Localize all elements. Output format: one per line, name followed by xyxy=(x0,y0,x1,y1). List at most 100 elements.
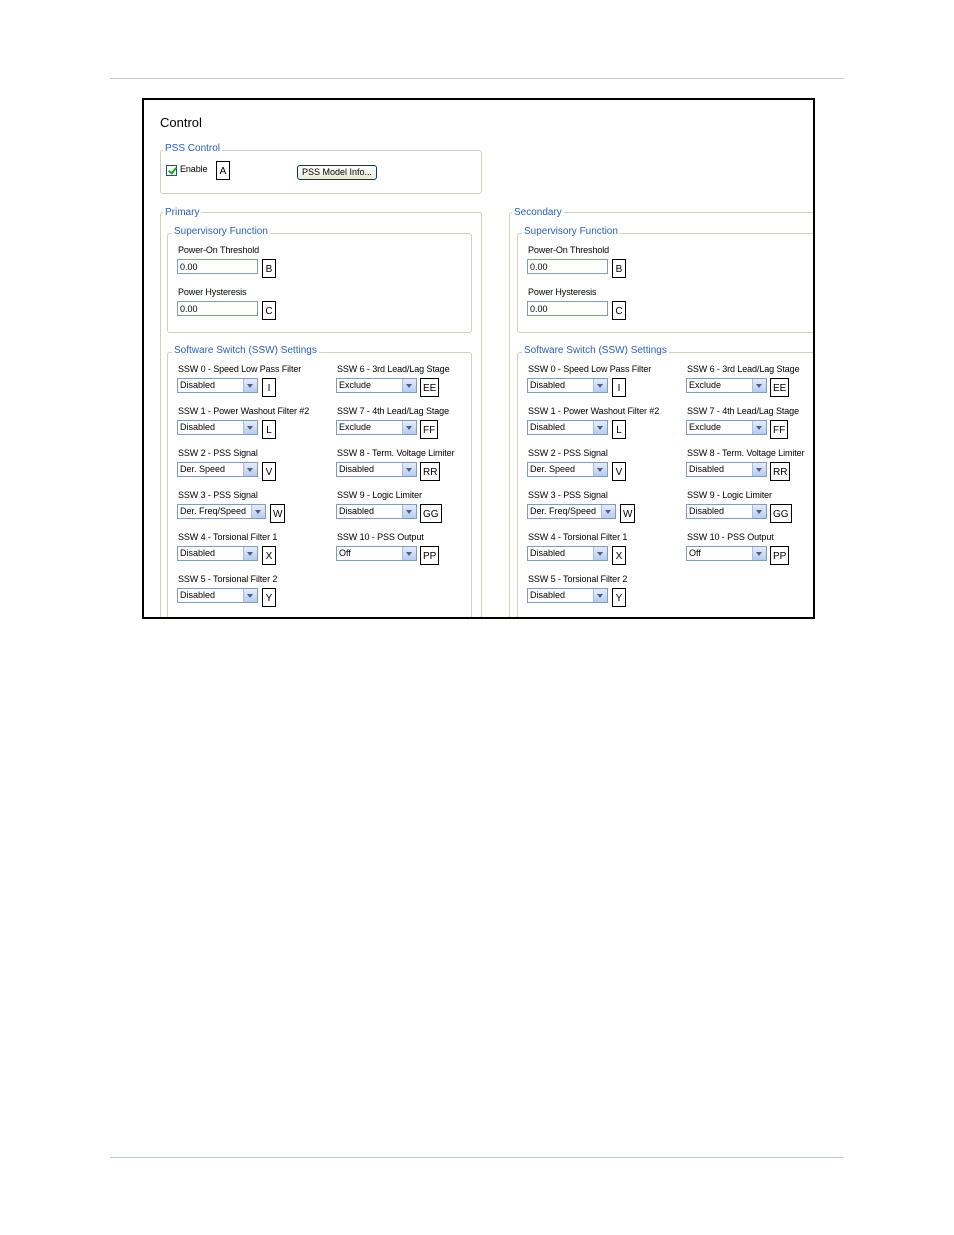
primary-callout-y: Y xyxy=(262,588,276,607)
chevron-down-icon[interactable] xyxy=(402,379,416,392)
secondary-ssw-legend: Software Switch (SSW) Settings xyxy=(522,345,669,356)
enable-checkbox[interactable] xyxy=(166,165,177,176)
window-title: Control xyxy=(160,115,202,130)
secondary-callout-gg: GG xyxy=(770,504,792,523)
primary-ssw4-select[interactable]: Disabled xyxy=(177,546,258,561)
secondary-callout-y: Y xyxy=(612,588,626,607)
secondary-ssw2-select[interactable]: Der. Speed xyxy=(527,462,608,477)
primary-ssw4-value: Disabled xyxy=(180,548,216,558)
secondary-power-on-field[interactable]: 0.00 xyxy=(527,259,608,274)
primary-ssw10-select[interactable]: Off xyxy=(336,546,417,561)
secondary-ssw3-label: SSW 3 - PSS Signal xyxy=(528,490,608,500)
secondary-ssw4-select[interactable]: Disabled xyxy=(527,546,608,561)
primary-ssw3-value: Der. Freq/Speed xyxy=(180,506,247,516)
secondary-ssw10-value: Off xyxy=(689,548,701,558)
secondary-ssw5-value: Disabled xyxy=(530,590,566,600)
footer-rule xyxy=(110,1157,844,1158)
primary-callout-i: I xyxy=(262,378,276,397)
primary-power-on-field[interactable]: 0.00 xyxy=(177,259,258,274)
secondary-callout-ff: FF xyxy=(770,420,789,439)
secondary-ssw0-select[interactable]: Disabled xyxy=(527,378,608,393)
secondary-ssw3-select[interactable]: Der. Freq/Speed xyxy=(527,504,616,519)
primary-callout-gg: GG xyxy=(420,504,442,523)
primary-callout-ee: EE xyxy=(420,378,440,397)
chevron-down-icon[interactable] xyxy=(593,589,607,602)
primary-ssw6-select[interactable]: Exclude xyxy=(336,378,417,393)
primary-ssw2-select[interactable]: Der. Speed xyxy=(177,462,258,477)
secondary-callout-b: B xyxy=(612,259,626,278)
chevron-down-icon[interactable] xyxy=(752,547,766,560)
chevron-down-icon[interactable] xyxy=(243,589,257,602)
chevron-down-icon[interactable] xyxy=(593,379,607,392)
primary-ssw5-label: SSW 5 - Torsional Filter 2 xyxy=(178,574,278,584)
secondary-callout-pp: PP xyxy=(770,546,790,565)
secondary-ssw7-select[interactable]: Exclude xyxy=(686,420,767,435)
chevron-down-icon[interactable] xyxy=(243,463,257,476)
chevron-down-icon[interactable] xyxy=(402,421,416,434)
primary-ssw8-value: Disabled xyxy=(339,464,375,474)
secondary-ssw5-select[interactable]: Disabled xyxy=(527,588,608,603)
chevron-down-icon[interactable] xyxy=(752,421,766,434)
secondary-ssw10-label: SSW 10 - PSS Output xyxy=(687,532,774,542)
primary-ssw8-label: SSW 8 - Term. Voltage Limiter xyxy=(337,448,455,458)
secondary-callout-rr: RR xyxy=(770,462,791,481)
primary-supervisory-legend: Supervisory Function xyxy=(172,226,270,237)
primary-hysteresis-field[interactable]: 0.00 xyxy=(177,301,258,316)
pss-control-legend: PSS Control xyxy=(163,143,223,154)
control-window: Control PSS Control Enable A PSS Model I… xyxy=(142,98,815,619)
secondary-ssw1-select[interactable]: Disabled xyxy=(527,420,608,435)
chevron-down-icon[interactable] xyxy=(601,505,615,518)
chevron-down-icon[interactable] xyxy=(593,421,607,434)
secondary-ssw9-select[interactable]: Disabled xyxy=(686,504,767,519)
pss-model-info-button[interactable]: PSS Model Info... xyxy=(297,165,377,180)
chevron-down-icon[interactable] xyxy=(752,379,766,392)
secondary-ssw9-label: SSW 9 - Logic Limiter xyxy=(687,490,772,500)
chevron-down-icon[interactable] xyxy=(752,505,766,518)
secondary-ssw5-label: SSW 5 - Torsional Filter 2 xyxy=(528,574,628,584)
primary-callout-ff: FF xyxy=(420,420,439,439)
secondary-ssw1-label: SSW 1 - Power Washout Filter #2 xyxy=(528,406,660,416)
primary-callout-rr: RR xyxy=(420,462,441,481)
chevron-down-icon[interactable] xyxy=(402,505,416,518)
chevron-down-icon[interactable] xyxy=(593,547,607,560)
secondary-ssw8-select[interactable]: Disabled xyxy=(686,462,767,477)
primary-ssw9-value: Disabled xyxy=(339,506,375,516)
primary-ssw-legend: Software Switch (SSW) Settings xyxy=(172,345,319,356)
primary-ssw5-select[interactable]: Disabled xyxy=(177,588,258,603)
secondary-ssw7-value: Exclude xyxy=(689,422,722,432)
primary-ssw1-label: SSW 1 - Power Washout Filter #2 xyxy=(178,406,310,416)
secondary-ssw9-value: Disabled xyxy=(689,506,725,516)
secondary-ssw10-select[interactable]: Off xyxy=(686,546,767,561)
primary-ssw1-value: Disabled xyxy=(180,422,216,432)
chevron-down-icon[interactable] xyxy=(402,547,416,560)
chevron-down-icon[interactable] xyxy=(243,547,257,560)
primary-callout-b: B xyxy=(262,259,276,278)
chevron-down-icon[interactable] xyxy=(243,379,257,392)
primary-ssw0-select[interactable]: Disabled xyxy=(177,378,258,393)
primary-ssw7-value: Exclude xyxy=(339,422,372,432)
primary-callout-c: C xyxy=(262,301,276,320)
secondary-ssw8-label: SSW 8 - Term. Voltage Limiter xyxy=(687,448,805,458)
primary-ssw2-label: SSW 2 - PSS Signal xyxy=(178,448,258,458)
primary-ssw9-select[interactable]: Disabled xyxy=(336,504,417,519)
secondary-ssw1-value: Disabled xyxy=(530,422,566,432)
chevron-down-icon[interactable] xyxy=(593,463,607,476)
secondary-ssw3-value: Der. Freq/Speed xyxy=(530,506,597,516)
primary-ssw10-label: SSW 10 - PSS Output xyxy=(337,532,424,542)
primary-legend: Primary xyxy=(163,207,202,218)
primary-ssw8-select[interactable]: Disabled xyxy=(336,462,417,477)
secondary-ssw4-value: Disabled xyxy=(530,548,566,558)
chevron-down-icon[interactable] xyxy=(402,463,416,476)
chevron-down-icon[interactable] xyxy=(251,505,265,518)
chevron-down-icon[interactable] xyxy=(243,421,257,434)
secondary-ssw6-select[interactable]: Exclude xyxy=(686,378,767,393)
primary-ssw10-value: Off xyxy=(339,548,351,558)
secondary-callout-c: C xyxy=(612,301,626,320)
chevron-down-icon[interactable] xyxy=(752,463,766,476)
primary-ssw3-select[interactable]: Der. Freq/Speed xyxy=(177,504,266,519)
enable-label: Enable xyxy=(180,164,208,174)
secondary-ssw6-value: Exclude xyxy=(689,380,722,390)
primary-ssw7-select[interactable]: Exclude xyxy=(336,420,417,435)
primary-ssw1-select[interactable]: Disabled xyxy=(177,420,258,435)
secondary-hysteresis-field[interactable]: 0.00 xyxy=(527,301,608,316)
